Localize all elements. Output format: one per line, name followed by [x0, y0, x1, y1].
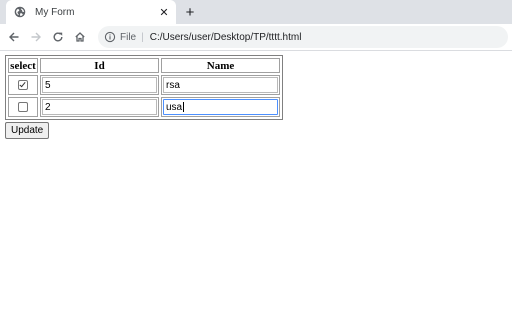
forward-arrow-icon[interactable] [28, 29, 44, 45]
tab-title: My Form [35, 6, 75, 18]
header-name: Name [161, 58, 280, 73]
name-input-value: usa [166, 101, 183, 113]
reload-icon[interactable] [50, 29, 66, 45]
row-select-checkbox[interactable] [18, 79, 28, 90]
id-cell: 5 [40, 75, 159, 95]
name-input[interactable]: rsa [163, 77, 278, 93]
update-button[interactable]: Update [5, 122, 50, 139]
tab-strip: My Form ✕ + [0, 0, 512, 24]
url-text: C:/Users/user/Desktop/TP/tttt.html [149, 31, 302, 43]
plus-icon[interactable]: + [182, 3, 198, 21]
form-table: select Id Name 5 rsa 2 usa [5, 55, 283, 120]
select-cell [8, 97, 38, 117]
text-caret [183, 102, 185, 112]
table-row: 5 rsa [8, 75, 280, 95]
info-icon[interactable] [104, 31, 116, 43]
address-bar[interactable]: File | C:/Users/user/Desktop/TP/tttt.htm… [98, 26, 508, 48]
browser-toolbar: File | C:/Users/user/Desktop/TP/tttt.htm… [0, 24, 512, 51]
address-separator: | [141, 31, 144, 43]
back-arrow-icon[interactable] [6, 29, 22, 45]
home-icon[interactable] [72, 29, 88, 45]
id-cell: 2 [40, 97, 159, 117]
name-input-focused[interactable]: usa [163, 99, 278, 115]
header-id: Id [40, 58, 159, 73]
header-select: select [8, 58, 38, 73]
id-input[interactable]: 2 [42, 99, 157, 115]
page-content: select Id Name 5 rsa 2 usa Update [0, 51, 512, 143]
name-cell: rsa [161, 75, 280, 95]
row-select-checkbox[interactable] [18, 101, 28, 112]
name-cell: usa [161, 97, 280, 117]
scheme-label: File [120, 31, 137, 43]
table-row: 2 usa [8, 97, 280, 117]
header-row: select Id Name [8, 58, 280, 73]
globe-icon [14, 6, 26, 18]
browser-tab[interactable]: My Form ✕ [6, 0, 176, 24]
id-input[interactable]: 5 [42, 77, 157, 93]
select-cell [8, 75, 38, 95]
close-icon[interactable]: ✕ [158, 6, 170, 19]
